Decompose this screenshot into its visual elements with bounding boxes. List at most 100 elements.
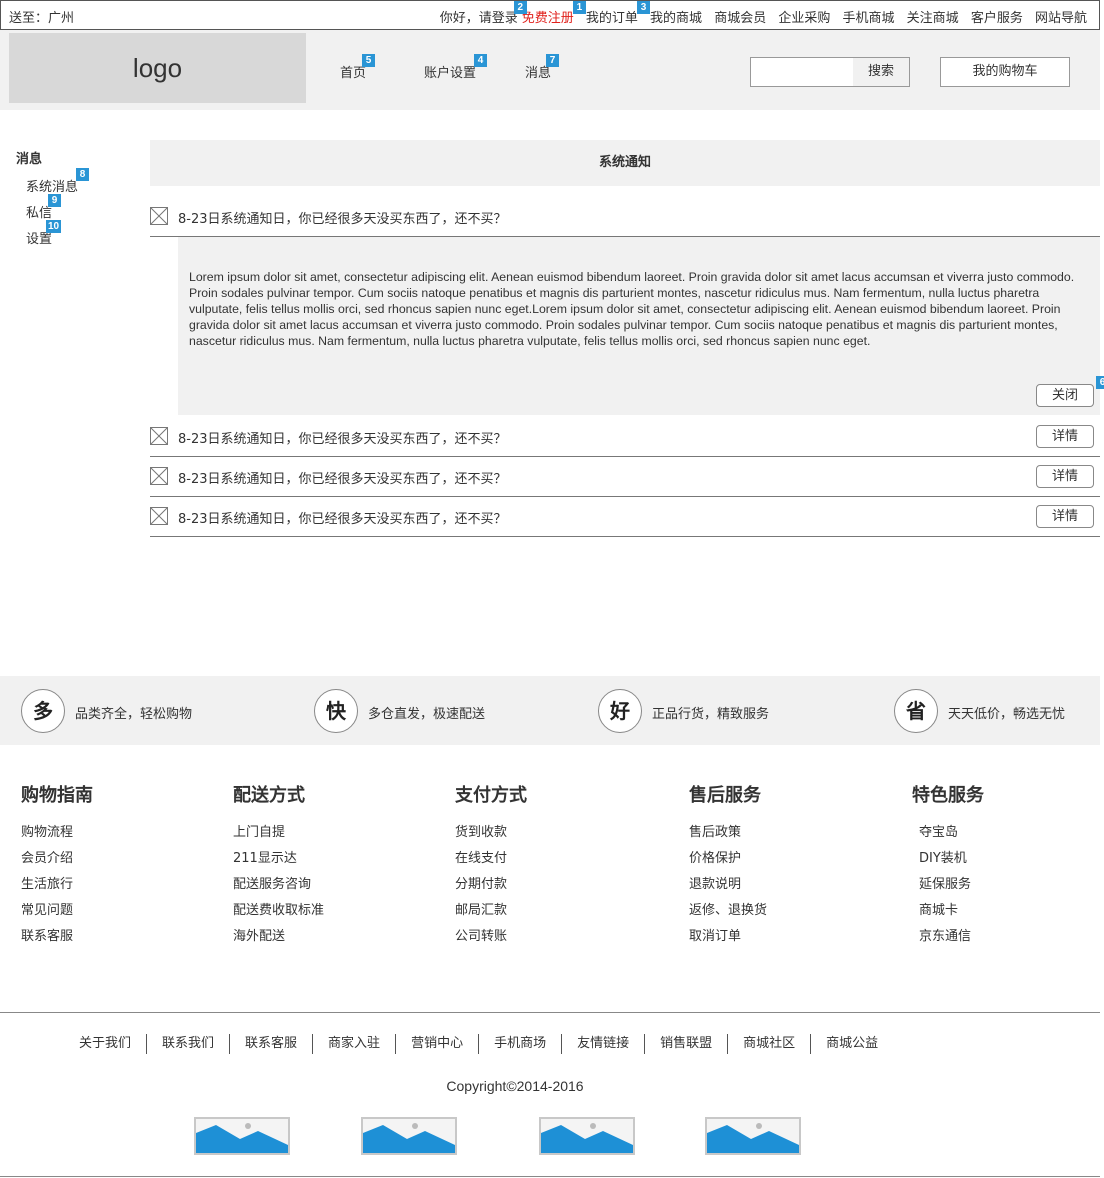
footer-column-special: 特色服务 夺宝岛 DIY装机 延保服务 商城卡 京东通信 <box>912 784 984 950</box>
my-mall-link[interactable]: 我的商城 3 <box>637 1 703 26</box>
annotation-badge: 3 <box>637 1 651 14</box>
message-row[interactable]: 8-23日系统通知日，你已经很多天没买东西了，还不买？ <box>150 197 1100 237</box>
image-placeholder-icon[interactable] <box>705 1117 801 1155</box>
footer-link[interactable]: 购物流程 <box>21 820 93 846</box>
feature-text: 天天低价，畅选无忧 <box>948 707 1066 722</box>
footer-link[interactable]: DIY装机 <box>919 846 984 872</box>
my-orders-link[interactable]: 我的订单 1 <box>572 1 638 26</box>
footer-link[interactable]: 配送服务咨询 <box>233 872 324 898</box>
delivery-location[interactable]: 送至：广州 <box>9 7 74 26</box>
site-nav-link[interactable]: 网站导航 <box>1035 11 1087 26</box>
feature-text: 品类齐全，轻松购物 <box>75 707 193 722</box>
footer-column-title: 支付方式 <box>455 785 527 806</box>
sidebar-item-label: 设置 <box>26 232 53 247</box>
register-link[interactable]: 免费注册 2 <box>513 1 574 26</box>
search-input[interactable] <box>751 58 853 86</box>
footer-link[interactable]: 延保服务 <box>919 872 984 898</box>
image-placeholder-icon[interactable] <box>539 1117 635 1155</box>
feature-text: 正品行货，精致服务 <box>652 707 770 722</box>
footer-link[interactable]: 京东通信 <box>919 924 984 950</box>
footer-nav-link[interactable]: 联系我们 <box>147 1034 231 1054</box>
annotation-badge: 7 <box>546 54 559 67</box>
footer-link[interactable]: 退款说明 <box>689 872 767 898</box>
message-checkbox[interactable] <box>150 427 168 445</box>
footer-link[interactable]: 分期付款 <box>455 872 527 898</box>
cart-button[interactable]: 我的购物车 <box>940 57 1070 87</box>
footer-link[interactable]: 上门自提 <box>233 820 324 846</box>
footer-link[interactable]: 邮局汇款 <box>455 898 527 924</box>
sidebar-item-label: 系统消息 <box>26 180 79 195</box>
member-link[interactable]: 商城会员 <box>714 11 766 26</box>
detail-button[interactable]: 详情 <box>1036 505 1094 528</box>
footer-link[interactable]: 返修、退换货 <box>689 898 767 924</box>
nav-account-label: 账户设置 <box>424 66 477 81</box>
footer-link[interactable]: 价格保护 <box>689 846 767 872</box>
image-placeholder-icon[interactable] <box>361 1117 457 1155</box>
footer-link[interactable]: 在线支付 <box>455 846 527 872</box>
footer-link[interactable]: 货到收款 <box>455 820 527 846</box>
footer-nav-link[interactable]: 商城公益 <box>811 1034 893 1054</box>
my-mall-label: 我的商城 <box>650 11 703 26</box>
login-link[interactable]: 你好，请登录 <box>440 11 518 26</box>
message-checkbox[interactable] <box>150 467 168 485</box>
message-row[interactable]: 8-23日系统通知日，你已经很多天没买东西了，还不买？ 详情 <box>150 417 1100 457</box>
image-placeholder-icon[interactable] <box>194 1117 290 1155</box>
nav-home-label: 首页 <box>340 66 367 81</box>
sidebar-item-settings[interactable]: 设置 10 <box>26 220 62 247</box>
footer-nav-link[interactable]: 销售联盟 <box>645 1034 729 1054</box>
annotation-badge: 8 <box>76 168 89 181</box>
search-box: 搜索 <box>750 57 910 87</box>
logo[interactable]: logo <box>9 33 306 103</box>
annotation-badge: 4 <box>474 54 487 67</box>
search-button[interactable]: 搜索 <box>853 58 909 86</box>
footer-nav-link[interactable]: 营销中心 <box>396 1034 480 1054</box>
footer-link[interactable]: 售后政策 <box>689 820 767 846</box>
sidebar-item-private-messages[interactable]: 私信 9 <box>26 194 61 221</box>
footer-nav-link[interactable]: 商家入驻 <box>313 1034 397 1054</box>
message-detail-panel: Lorem ipsum dolor sit amet, consectetur … <box>178 237 1104 415</box>
sidebar-item-system-messages[interactable]: 系统消息 8 <box>26 168 89 195</box>
footer-link[interactable]: 配送费收取标准 <box>233 898 324 924</box>
footer-link[interactable]: 海外配送 <box>233 924 324 950</box>
footer-link[interactable]: 211显示达 <box>233 846 324 872</box>
annotation-badge: 5 <box>362 54 375 67</box>
footer-link[interactable]: 常见问题 <box>21 898 93 924</box>
footer-link[interactable]: 生活旅行 <box>21 872 93 898</box>
message-title: 8-23日系统通知日，你已经很多天没买东西了，还不买？ <box>178 432 507 447</box>
detail-button[interactable]: 详情 <box>1036 425 1094 448</box>
footer-link[interactable]: 会员介绍 <box>21 846 93 872</box>
footer-nav-link[interactable]: 友情链接 <box>562 1034 646 1054</box>
nav-account-settings[interactable]: 账户设置 4 <box>424 54 487 81</box>
follow-link[interactable]: 关注商城 <box>907 11 959 26</box>
customer-service-link[interactable]: 客户服务 <box>971 11 1023 26</box>
annotation-badge: 1 <box>572 1 586 14</box>
detail-button[interactable]: 详情 <box>1036 465 1094 488</box>
feature-icon: 多 <box>21 689 65 733</box>
annotation-badge: 10 <box>46 220 62 233</box>
footer-link[interactable]: 联系客服 <box>21 924 93 950</box>
footer-nav-link[interactable]: 联系客服 <box>230 1034 314 1054</box>
mobile-mall-link[interactable]: 手机商城 <box>843 11 895 26</box>
footer-link[interactable]: 公司转账 <box>455 924 527 950</box>
message-checkbox[interactable] <box>150 207 168 225</box>
nav-messages[interactable]: 消息 7 <box>525 54 559 81</box>
footer-column-title: 特色服务 <box>912 785 984 806</box>
message-body: Lorem ipsum dolor sit amet, consectetur … <box>189 270 1075 348</box>
enterprise-link[interactable]: 企业采购 <box>778 11 830 26</box>
message-row[interactable]: 8-23日系统通知日，你已经很多天没买东西了，还不买？ 详情 <box>150 497 1100 537</box>
footer-nav-link[interactable]: 商城社区 <box>728 1034 812 1054</box>
close-button[interactable]: 关闭 6 <box>1036 376 1104 407</box>
header: logo 首页 5 账户设置 4 消息 7 搜索 我的购物车 <box>0 30 1100 110</box>
divider <box>0 1012 1100 1013</box>
footer-nav-link[interactable]: 关于我们 <box>64 1034 148 1054</box>
footer-link[interactable]: 夺宝岛 <box>919 820 984 846</box>
footer-link[interactable]: 取消订单 <box>689 924 767 950</box>
nav-home[interactable]: 首页 5 <box>340 54 375 81</box>
message-checkbox[interactable] <box>150 507 168 525</box>
feature-icon: 快 <box>314 689 358 733</box>
feature-text: 多仓直发，极速配送 <box>368 707 486 722</box>
footer-nav-link[interactable]: 手机商场 <box>479 1034 563 1054</box>
footer-column-title: 售后服务 <box>689 785 761 806</box>
message-row[interactable]: 8-23日系统通知日，你已经很多天没买东西了，还不买？ 详情 <box>150 457 1100 497</box>
footer-link[interactable]: 商城卡 <box>919 898 984 924</box>
